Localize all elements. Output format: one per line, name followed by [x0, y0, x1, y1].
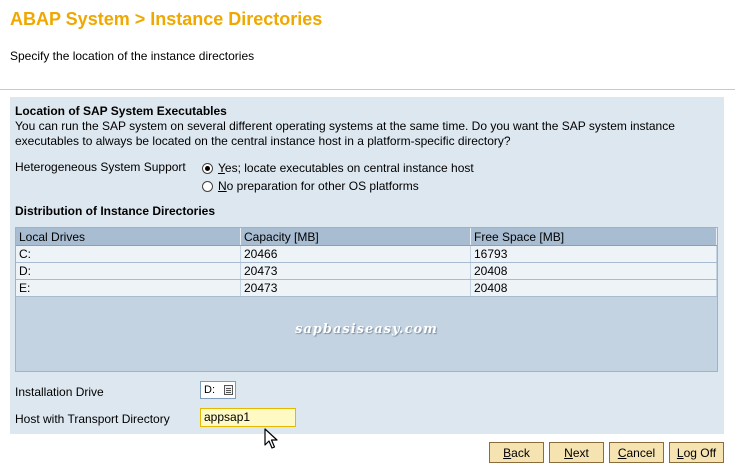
radio-no-button[interactable] — [202, 180, 213, 192]
hetero-label: Heterogeneous System Support — [15, 160, 186, 174]
radio-yes[interactable]: Yes; locate executables on central insta… — [202, 161, 474, 175]
radio-yes-button[interactable] — [202, 162, 213, 174]
executables-heading: Location of SAP System Executables — [15, 104, 227, 118]
install-drive-select[interactable]: D: — [200, 381, 236, 399]
table-cell: 16793 — [470, 245, 717, 263]
page-title: ABAP System > Instance Directories — [10, 9, 323, 29]
table-cell: 20466 — [240, 245, 471, 263]
column-header[interactable]: Free Space [MB] — [470, 228, 717, 246]
table-cell: D: — [16, 262, 241, 280]
table-row[interactable]: D: 20473 20408 — [16, 262, 717, 280]
logoff-button-label: Log Off — [676, 445, 717, 460]
table-cell: C: — [16, 245, 241, 263]
radio-no[interactable]: No preparation for other OS platforms — [202, 179, 419, 193]
cancel-button-label: Cancel — [617, 445, 656, 460]
table-cell: 20408 — [470, 262, 717, 280]
back-button[interactable]: Back — [489, 442, 544, 463]
column-header[interactable]: Local Drives — [16, 228, 241, 246]
page-subtitle: Specify the location of the instance dir… — [10, 49, 255, 63]
watermark: sapbasiseasy.com — [295, 322, 438, 337]
column-header[interactable]: Capacity [MB] — [240, 228, 471, 246]
host-input[interactable]: appsap1 — [200, 408, 296, 427]
table-cell: E: — [16, 279, 241, 297]
divider — [0, 89, 735, 90]
table-cell: 20473 — [240, 279, 471, 297]
next-button-label: Next — [564, 445, 589, 460]
executables-description: You can run the SAP system on several di… — [15, 119, 675, 148]
next-button[interactable]: Next — [549, 442, 604, 463]
mouse-cursor-icon — [264, 428, 278, 449]
table-cell: 20408 — [470, 279, 717, 297]
install-drive-value: D: — [204, 384, 215, 396]
cancel-button[interactable]: Cancel — [609, 442, 664, 463]
logoff-button[interactable]: Log Off — [669, 442, 724, 463]
distribution-heading: Distribution of Instance Directories — [15, 204, 216, 218]
back-button-label: Back — [503, 445, 530, 460]
radio-yes-label[interactable]: Yes; locate executables on central insta… — [218, 161, 474, 175]
table-row[interactable]: C: 20466 16793 — [16, 245, 717, 263]
table-cell: 20473 — [240, 262, 471, 280]
host-label: Host with Transport Directory — [15, 412, 170, 426]
dropdown-icon[interactable] — [224, 385, 233, 395]
drives-table: Local Drives Capacity [MB] Free Space [M… — [15, 227, 718, 372]
radio-no-label[interactable]: No preparation for other OS platforms — [218, 179, 419, 193]
table-row[interactable]: E: 20473 20408 — [16, 279, 717, 297]
main-panel: Location of SAP System Executables You c… — [10, 97, 724, 434]
install-drive-label: Installation Drive — [15, 385, 104, 399]
